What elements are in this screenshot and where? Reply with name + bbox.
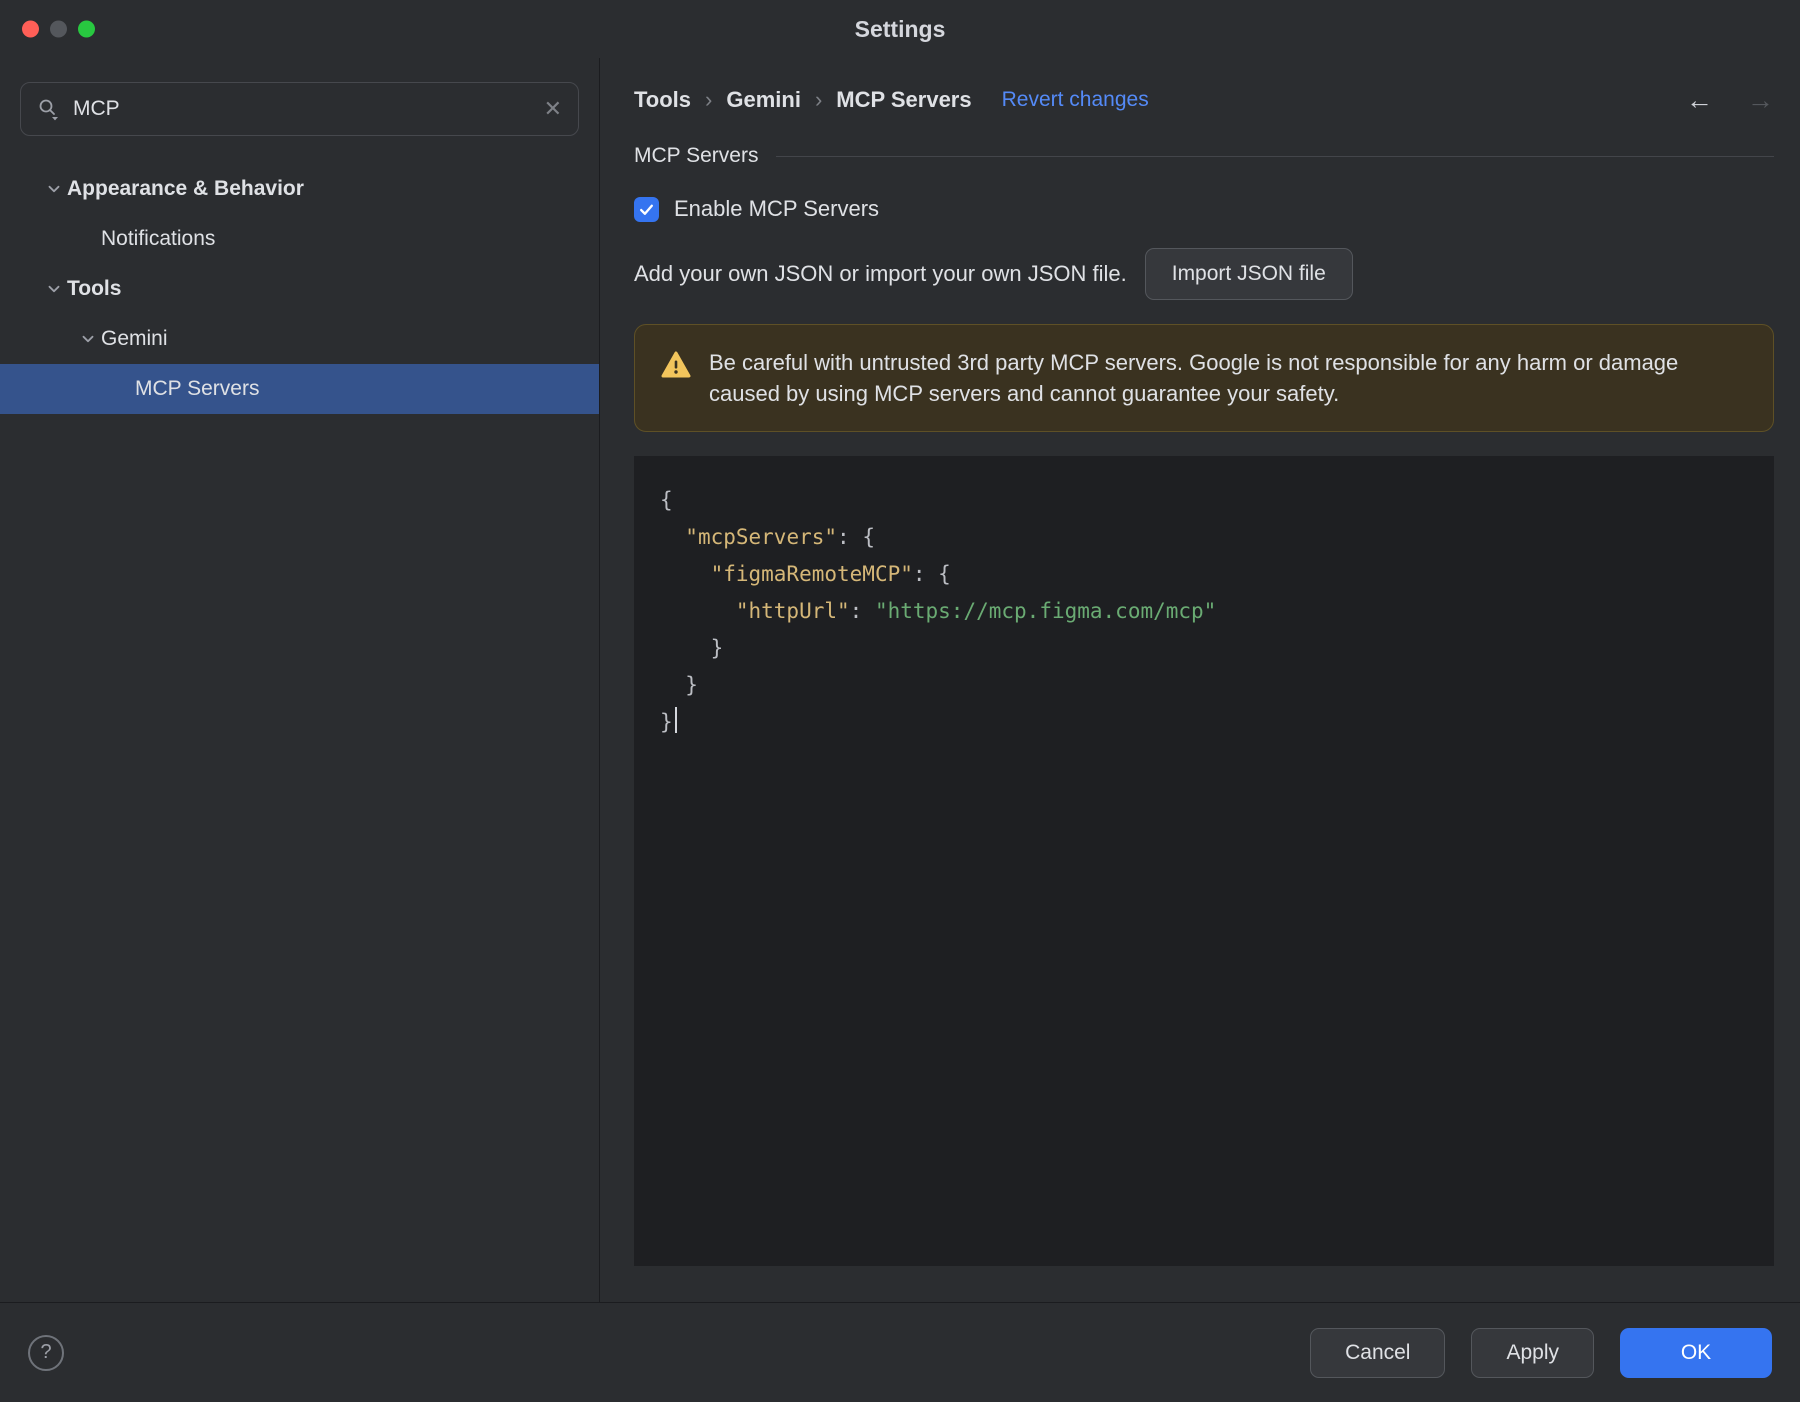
code-token: { (660, 488, 673, 513)
section-divider (776, 155, 1774, 157)
breadcrumb-separator-icon: › (814, 87, 823, 112)
import-instruction-text: Add your own JSON or import your own JSO… (634, 261, 1127, 286)
settings-sidebar: MCP ✕ Appearance & Behavior Notifications… (0, 58, 600, 1302)
window-title: Settings (854, 15, 946, 42)
sidebar-item-label: Gemini (101, 327, 168, 350)
code-token: "figmaRemoteMCP" (710, 562, 913, 587)
code-token: "mcpServers" (685, 525, 838, 550)
forward-arrow-icon[interactable]: → (1747, 85, 1774, 116)
title-bar: Settings (0, 0, 1800, 58)
back-arrow-icon[interactable]: ← (1686, 85, 1713, 116)
settings-window: Settings MCP ✕ Appearance & Behavior Noti… (0, 0, 1800, 1402)
clear-search-icon[interactable]: ✕ (544, 98, 562, 120)
code-line: "figmaRemoteMCP": { (660, 556, 1774, 593)
code-token: "httpUrl" (735, 599, 850, 624)
code-token: } (660, 710, 673, 735)
revert-changes-link[interactable]: Revert changes (1002, 88, 1149, 112)
section-header: MCP Servers (634, 144, 1774, 168)
code-token: { (938, 562, 951, 587)
warning-icon (661, 350, 691, 385)
code-token: } (660, 636, 724, 661)
settings-tree: Appearance & Behavior Notifications Tools G… (0, 164, 599, 414)
close-window-button[interactable] (22, 20, 39, 38)
window-body: MCP ✕ Appearance & Behavior Notifications… (0, 58, 1800, 1302)
code-token: { (862, 525, 875, 550)
search-icon[interactable] (37, 97, 61, 121)
code-line: } (660, 667, 1774, 704)
minimize-window-button[interactable] (50, 20, 67, 38)
sidebar-item-tools[interactable]: Tools (0, 264, 599, 314)
settings-search-input[interactable]: MCP ✕ (20, 82, 579, 136)
sidebar-item-gemini[interactable]: Gemini (0, 314, 599, 364)
breadcrumb-item-gemini[interactable]: Gemini (726, 87, 801, 113)
breadcrumb-separator-icon: › (705, 87, 713, 112)
sidebar-item-mcp-servers[interactable]: MCP Servers (0, 364, 599, 414)
breadcrumb-item-mcp-servers[interactable]: MCP Servers (836, 87, 971, 113)
code-token: "https://mcp.figma.com/mcp" (874, 599, 1217, 624)
sidebar-item-label: Tools (67, 277, 122, 300)
ok-button[interactable]: OK (1620, 1327, 1772, 1378)
code-token: : (837, 525, 863, 550)
breadcrumb: Tools › Gemini › MCP Servers Revert chan… (634, 78, 1774, 122)
enable-mcp-row: Enable MCP Servers (634, 196, 1774, 222)
apply-button[interactable]: Apply (1471, 1327, 1594, 1378)
import-row: Add your own JSON or import your own JSO… (634, 248, 1774, 300)
footer-bar: ? Cancel Apply OK (0, 1302, 1800, 1402)
chevron-down-icon[interactable] (41, 280, 67, 298)
help-button[interactable]: ? (28, 1334, 64, 1371)
sidebar-item-label: MCP Servers (135, 377, 260, 400)
sidebar-item-appearance-behavior[interactable]: Appearance & Behavior (0, 164, 599, 214)
sidebar-item-notifications[interactable]: Notifications (0, 214, 599, 264)
code-line: "httpUrl": "https://mcp.figma.com/mcp" (660, 593, 1774, 630)
json-editor[interactable]: { "mcpServers": { "figmaRemoteMCP": { "h… (634, 456, 1774, 1267)
code-line: } (660, 704, 1774, 741)
zoom-window-button[interactable] (78, 20, 95, 38)
warning-text: Be careful with untrusted 3rd party MCP … (709, 350, 1679, 407)
breadcrumb-item-tools[interactable]: Tools (634, 87, 691, 113)
code-token: : (912, 562, 939, 587)
chevron-down-icon[interactable] (75, 330, 101, 348)
code-line: "mcpServers": { (660, 519, 1774, 556)
code-line: { (660, 482, 1774, 519)
sidebar-item-label: Appearance & Behavior (67, 177, 304, 200)
traffic-lights (22, 20, 95, 38)
code-token: } (660, 673, 698, 698)
code-line: } (660, 630, 1774, 667)
cancel-button[interactable]: Cancel (1310, 1327, 1446, 1378)
text-cursor (674, 707, 677, 734)
code-token: : (849, 599, 875, 624)
history-nav: ← → (1686, 85, 1774, 116)
import-json-button[interactable]: Import JSON file (1144, 248, 1353, 300)
search-value: MCP (73, 97, 120, 120)
warning-banner: Be careful with untrusted 3rd party MCP … (634, 324, 1774, 433)
section-title: MCP Servers (634, 144, 759, 167)
settings-main-panel: Tools › Gemini › MCP Servers Revert chan… (600, 58, 1800, 1302)
chevron-down-icon[interactable] (41, 180, 67, 198)
sidebar-item-label: Notifications (101, 227, 216, 250)
enable-mcp-checkbox[interactable] (634, 196, 659, 222)
enable-mcp-label: Enable MCP Servers (674, 196, 880, 221)
